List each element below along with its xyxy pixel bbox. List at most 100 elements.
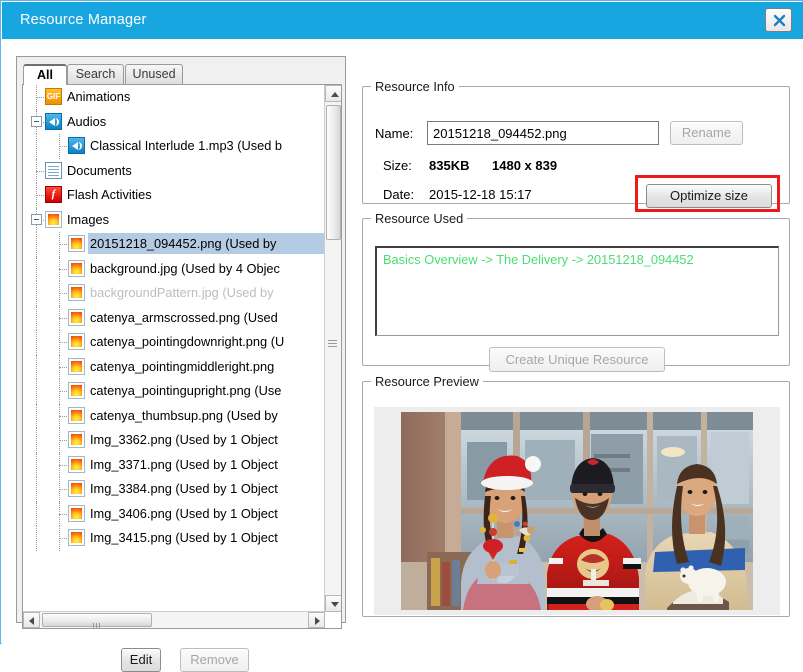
name-input[interactable] — [427, 121, 659, 145]
tree-item-label: Audios — [67, 113, 107, 129]
tree-item[interactable]: catenya_pointingmiddleright.png — [23, 354, 325, 379]
image-icon — [68, 504, 85, 522]
tree-item[interactable]: catenya_pointingdownright.png (U — [23, 330, 325, 355]
tree-guide — [36, 526, 37, 551]
dimensions-value: 1480 x 839 — [492, 158, 558, 173]
tree-item[interactable]: Documents — [23, 158, 325, 183]
tree-item[interactable]: Img_3384.png (Used by 1 Object — [23, 477, 325, 502]
tree-guide — [59, 538, 67, 539]
tree-item[interactable]: catenya_thumbsup.png (Used by — [23, 403, 325, 428]
tree-vertical-scrollbar[interactable] — [324, 85, 341, 612]
tree-item-label: catenya_pointingupright.png (Use — [90, 383, 282, 398]
tree-item[interactable]: catenya_armscrossed.png (Used — [23, 305, 325, 330]
tree-guide — [36, 379, 37, 404]
resource-used-group: Resource Used Basics Overview -> The Del… — [362, 211, 790, 372]
tree-guide — [59, 268, 67, 270]
remove-button[interactable]: Remove — [180, 648, 249, 672]
triangle-right-icon — [315, 617, 320, 625]
tree-guide — [59, 489, 67, 490]
tree-item[interactable]: GIF Animations — [23, 85, 325, 110]
image-icon — [68, 382, 85, 399]
tab-search[interactable]: Search — [67, 64, 124, 85]
name-label: Name: — [375, 126, 414, 141]
tree-horizontal-scrollbar[interactable] — [23, 611, 325, 628]
date-value: 2015-12-18 15:17 — [429, 187, 532, 202]
audio-icon — [45, 112, 62, 130]
image-icon — [68, 455, 85, 473]
optimize-size-button[interactable]: Optimize size — [646, 184, 772, 208]
tree-guide — [36, 501, 37, 526]
tree-guide — [36, 134, 37, 159]
tree-item-label: Animations — [67, 89, 131, 104]
tree-item[interactable]: Img_3362.png (Used by 1 Object — [23, 428, 325, 453]
tree-guide — [36, 354, 37, 379]
resource-used-list[interactable]: Basics Overview -> The Delivery -> 20151… — [375, 246, 779, 336]
tree-guide — [36, 170, 44, 172]
image-icon — [68, 480, 85, 497]
tree-guide — [36, 477, 37, 502]
image-icon — [68, 284, 85, 301]
tree-guide — [36, 403, 37, 428]
scroll-up-button[interactable] — [325, 85, 341, 102]
resource-info-group: Resource Info Name: Rename Size: 835KB 1… — [362, 79, 790, 212]
scroll-down-button[interactable] — [325, 595, 341, 612]
tree-item-label: backgroundPattern.jpg (Used by — [90, 285, 274, 300]
tree-item[interactable]: Img_3406.png (Used by 1 Object — [23, 501, 325, 526]
tree-item-label: Classical Interlude 1.mp3 (Used b — [90, 138, 283, 153]
edit-button[interactable]: Edit — [121, 648, 161, 672]
resource-browser-panel: All Search Unused GIF Animations Audios Cla… — [16, 56, 347, 672]
image-icon — [68, 357, 85, 375]
image-icon — [68, 259, 85, 277]
tree-guide — [36, 195, 44, 196]
tree-guide — [59, 464, 67, 466]
resource-tree-rows: GIF Animations Audios Classical Interlude 1… — [23, 85, 325, 612]
tree-item[interactable]: Classical Interlude 1.mp3 (Used b — [23, 134, 325, 159]
tree-guide — [36, 97, 44, 98]
list-item[interactable]: Basics Overview -> The Delivery -> 20151… — [383, 252, 694, 267]
triangle-up-icon — [331, 92, 339, 97]
tree-collapse-toggle[interactable] — [31, 213, 42, 225]
preview-image — [401, 412, 753, 610]
tree-item-label: catenya_armscrossed.png (Used — [90, 309, 278, 325]
vertical-scroll-thumb[interactable] — [326, 105, 341, 240]
tree-guide — [36, 281, 37, 306]
tree-item-label: Img_3384.png (Used by 1 Object — [90, 481, 278, 496]
tree-item-label: Images — [67, 211, 109, 227]
optimize-highlight-annotation: Optimize size — [635, 175, 780, 212]
close-window-button[interactable] — [765, 8, 792, 32]
rename-button[interactable]: Rename — [670, 121, 743, 145]
tree-collapse-toggle[interactable] — [31, 115, 42, 127]
tree-item[interactable]: Img_3371.png (Used by 1 Object — [23, 452, 325, 477]
image-icon — [68, 235, 85, 252]
tree-guide — [36, 452, 37, 477]
scroll-left-button[interactable] — [23, 612, 40, 628]
tree-guide — [59, 415, 67, 417]
image-icon — [68, 406, 85, 424]
tree-item[interactable]: Audios — [23, 109, 325, 134]
resource-preview-group: Resource Preview — [362, 374, 790, 617]
tabstrip: All Search Unused — [17, 57, 347, 85]
triangle-left-icon — [29, 617, 34, 625]
tab-all[interactable]: All — [23, 64, 67, 85]
window-titlebar: Resource Manager — [2, 2, 803, 39]
create-unique-resource-button[interactable]: Create Unique Resource — [489, 347, 665, 372]
tree-item-label: Flash Activities — [67, 187, 152, 202]
tree-item[interactable]: background.jpg (Used by 4 Objec — [23, 256, 325, 281]
tree-guide — [59, 366, 67, 368]
tree-item[interactable]: catenya_pointingupright.png (Use — [23, 379, 325, 404]
scroll-grip-icon — [328, 340, 337, 347]
scroll-grip-icon — [93, 618, 102, 628]
close-x-icon — [773, 14, 786, 27]
details-column: Resource Info Name: Rename Size: 835KB 1… — [358, 39, 793, 644]
tree-item[interactable]: backgroundPattern.jpg (Used by — [23, 281, 325, 306]
tab-unused[interactable]: Unused — [125, 64, 183, 85]
tree-item[interactable]: f Flash Activities — [23, 183, 325, 208]
horizontal-scroll-thumb[interactable] — [42, 613, 152, 628]
tree-item[interactable]: Img_3415.png (Used by 1 Object — [23, 526, 325, 551]
tree-item[interactable]: 20151218_094452.png (Used by — [23, 232, 325, 257]
tree-item[interactable]: Images — [23, 207, 325, 232]
date-label: Date: — [383, 187, 415, 202]
tree-item-label: Img_3415.png (Used by 1 Object — [90, 530, 278, 545]
scroll-right-button[interactable] — [308, 612, 325, 628]
dialog-body: All Search Unused GIF Animations Audios Cla… — [2, 39, 803, 672]
